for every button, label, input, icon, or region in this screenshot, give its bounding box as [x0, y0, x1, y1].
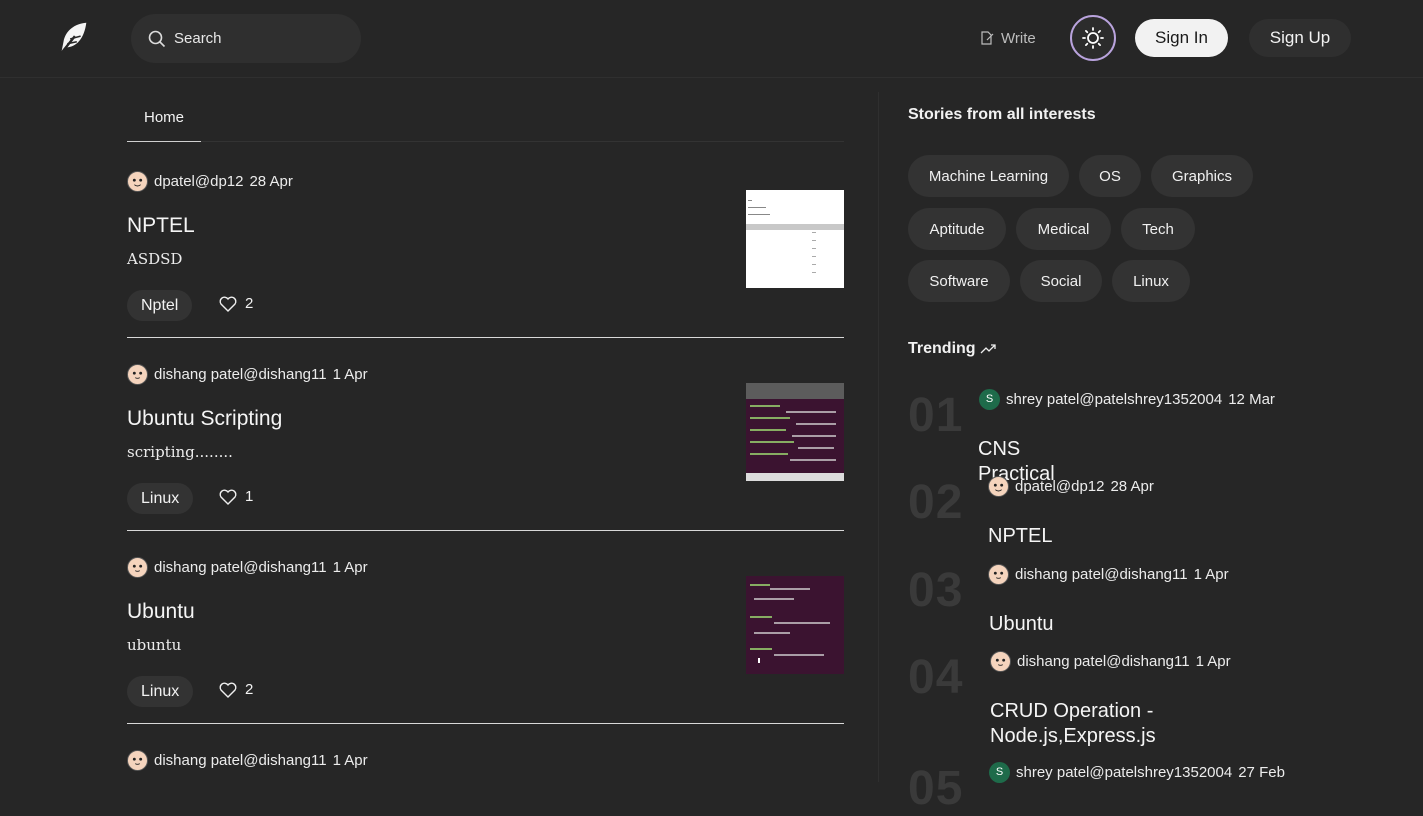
like-button[interactable]: 1	[219, 488, 253, 505]
author-name[interactable]: dpatel@dp12	[1015, 478, 1104, 495]
sign-in-button[interactable]: Sign In	[1135, 19, 1228, 57]
trending-number: 03	[908, 564, 964, 617]
author-name[interactable]: dishang patel@dishang11	[1015, 566, 1188, 583]
top-navbar: Search Write Sign In Sign Up	[0, 0, 1423, 78]
avatar: S	[989, 761, 1010, 783]
heart-icon	[219, 489, 237, 505]
sign-up-button[interactable]: Sign Up	[1249, 19, 1351, 57]
tab-home[interactable]: Home	[127, 97, 201, 142]
post-thumbnail	[746, 576, 844, 674]
column-divider	[878, 92, 879, 782]
chip-aptitude[interactable]: Aptitude	[908, 208, 1006, 250]
search-box[interactable]: Search	[131, 14, 361, 63]
chip-tech[interactable]: Tech	[1121, 208, 1195, 250]
avatar	[990, 650, 1011, 672]
avatar	[988, 475, 1009, 497]
post-excerpt: ASDSD	[127, 250, 183, 268]
post-date: 28 Apr	[1110, 477, 1154, 495]
trending-heading: Trending	[908, 340, 996, 358]
author-name[interactable]: shrey patel@patelshrey1352004	[1006, 391, 1222, 408]
post-date: 1 Apr	[1193, 565, 1229, 583]
post-tag[interactable]: Linux	[127, 483, 194, 514]
post-tag[interactable]: Linux	[127, 676, 194, 707]
post-date: 28 Apr	[249, 172, 293, 190]
interests-heading: Stories from all interests	[908, 106, 1096, 123]
post-date: 12 Mar	[1228, 390, 1275, 408]
post-tag[interactable]: Nptel	[127, 290, 193, 321]
post-date: 1 Apr	[332, 751, 368, 769]
trending-meta: S shrey patel@patelshrey1352004 12 Mar	[979, 388, 1275, 410]
trending-title[interactable]: Ubuntu	[989, 612, 1054, 637]
trending-title[interactable]: CRUD Operation - Node.js,Express.js	[990, 699, 1190, 749]
trending-number: 05	[908, 762, 964, 815]
avatar	[988, 563, 1009, 585]
theme-toggle-button[interactable]	[1070, 15, 1116, 61]
chip-machine-learning[interactable]: Machine Learning	[908, 155, 1069, 197]
post-date: 27 Feb	[1238, 763, 1285, 781]
post-excerpt: scripting........	[127, 443, 233, 461]
chip-social[interactable]: Social	[1020, 260, 1102, 302]
avatar: S	[979, 388, 1000, 410]
post-thumbnail	[746, 190, 844, 288]
post-meta: dishang patel@dishang11 1 Apr	[127, 555, 368, 579]
heart-icon	[219, 296, 237, 312]
post-title[interactable]: Ubuntu	[127, 600, 195, 624]
post-excerpt: ubuntu	[127, 636, 182, 654]
trending-number: 04	[908, 651, 964, 704]
search-input[interactable]: Search	[174, 30, 222, 47]
author-name[interactable]: dpatel@dp12	[154, 173, 243, 190]
post-divider	[127, 723, 844, 724]
chip-os[interactable]: OS	[1079, 155, 1141, 197]
avatar	[127, 170, 148, 192]
avatar	[127, 749, 148, 771]
author-name[interactable]: dishang patel@dishang11	[1017, 653, 1190, 670]
heart-icon	[219, 682, 237, 698]
post-divider	[127, 337, 844, 338]
post-meta: dishang patel@dishang11 1 Apr	[127, 362, 368, 386]
trending-up-icon	[980, 344, 996, 354]
post-date: 1 Apr	[332, 558, 368, 576]
feather-logo-icon[interactable]	[54, 19, 92, 57]
like-count: 2	[245, 681, 254, 698]
post-thumbnail	[746, 383, 844, 481]
chip-linux[interactable]: Linux	[1112, 260, 1190, 302]
trending-meta: dpatel@dp12 28 Apr	[988, 475, 1154, 497]
post-date: 1 Apr	[1195, 652, 1231, 670]
like-button[interactable]: 2	[219, 295, 253, 312]
chip-software[interactable]: Software	[908, 260, 1010, 302]
like-button[interactable]: 2	[219, 681, 253, 698]
trending-number: 02	[908, 476, 964, 529]
write-button[interactable]: Write	[979, 27, 1036, 49]
post-meta: dpatel@dp12 28 Apr	[127, 169, 293, 193]
search-icon	[148, 30, 166, 47]
author-name[interactable]: dishang patel@dishang11	[154, 752, 327, 769]
write-icon	[981, 31, 994, 45]
like-count: 1	[245, 488, 254, 505]
chip-medical[interactable]: Medical	[1016, 208, 1111, 250]
write-label: Write	[1001, 29, 1036, 47]
author-name[interactable]: shrey patel@patelshrey1352004	[1016, 764, 1232, 781]
chip-graphics[interactable]: Graphics	[1151, 155, 1253, 197]
feed-tabs: Home	[127, 97, 844, 142]
post-title[interactable]: NPTEL	[127, 214, 195, 238]
post-divider	[127, 530, 844, 531]
post-meta: dishang patel@dishang11 1 Apr	[127, 748, 368, 772]
trending-title[interactable]: NPTEL	[988, 524, 1052, 549]
trending-meta: S shrey patel@patelshrey1352004 27 Feb	[989, 761, 1285, 783]
trending-number: 01	[908, 389, 964, 442]
like-count: 2	[245, 295, 254, 312]
sun-icon	[1082, 27, 1104, 49]
author-name[interactable]: dishang patel@dishang11	[154, 559, 327, 576]
post-title[interactable]: Ubuntu Scripting	[127, 407, 282, 431]
post-date: 1 Apr	[332, 365, 368, 383]
author-name[interactable]: dishang patel@dishang11	[154, 366, 327, 383]
trending-meta: dishang patel@dishang11 1 Apr	[988, 563, 1229, 585]
avatar	[127, 363, 148, 385]
trending-meta: dishang patel@dishang11 1 Apr	[990, 650, 1231, 672]
trending-label: Trending	[908, 340, 976, 357]
avatar	[127, 556, 148, 578]
